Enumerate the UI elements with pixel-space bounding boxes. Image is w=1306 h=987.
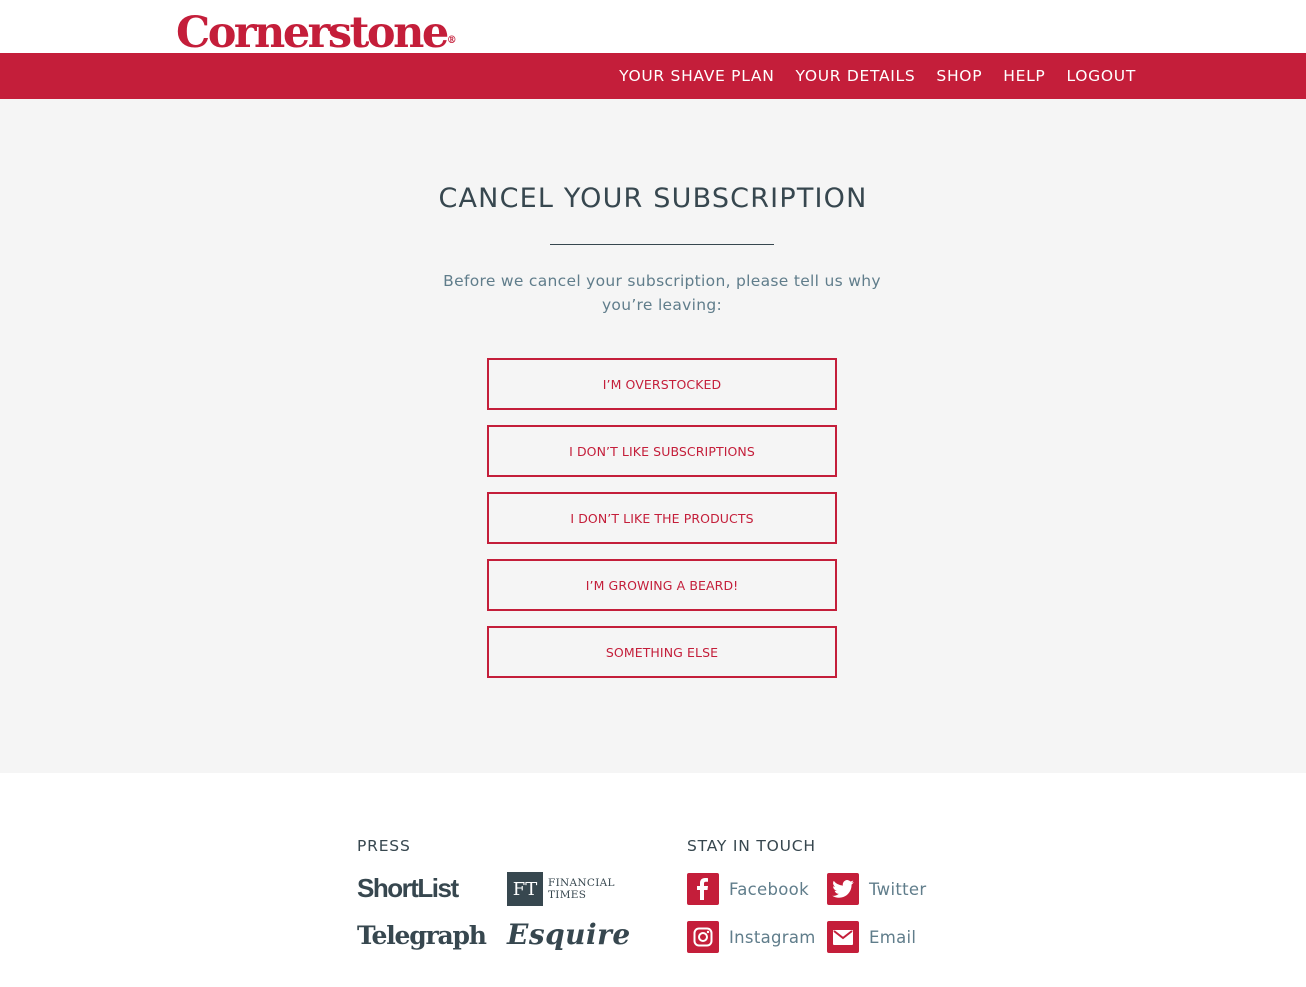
twitter-link[interactable]: Twitter xyxy=(827,873,926,905)
esquire-logo: Esquire xyxy=(507,918,631,951)
twitter-icon xyxy=(827,873,859,905)
ft-mark: FT xyxy=(507,872,543,906)
nav-your-details[interactable]: YOUR DETAILS xyxy=(796,67,916,85)
footer: PRESS ShortList FT FINANCIAL TIMES Teleg… xyxy=(0,773,1306,987)
facebook-link[interactable]: Facebook xyxy=(687,873,809,905)
email-icon xyxy=(827,921,859,953)
top-navbar: YOUR SHAVE PLAN YOUR DETAILS SHOP HELP L… xyxy=(0,53,1306,99)
nav-shop[interactable]: SHOP xyxy=(936,67,982,85)
reason-dislike-products-button[interactable]: I DON’T LIKE THE PRODUCTS xyxy=(487,492,837,544)
email-link[interactable]: Email xyxy=(827,921,916,953)
cancel-section: CANCEL YOUR SUBSCRIPTION Before we cance… xyxy=(0,99,1306,773)
instagram-link[interactable]: Instagram xyxy=(687,921,816,953)
page-title: CANCEL YOUR SUBSCRIPTION xyxy=(438,183,868,214)
stay-in-touch-heading: STAY IN TOUCH xyxy=(687,837,816,855)
instagram-icon xyxy=(687,921,719,953)
ft-line-1: FINANCIAL xyxy=(548,877,615,889)
intro-text: Before we cancel your subscription, plea… xyxy=(443,272,881,314)
cornerstone-logo[interactable]: Cornerstone® xyxy=(176,8,457,54)
email-label: Email xyxy=(869,927,917,947)
instagram-label: Instagram xyxy=(729,927,816,947)
financial-times-logo: FT FINANCIAL TIMES xyxy=(507,872,615,906)
ft-line-2: TIMES xyxy=(548,889,587,901)
title-divider xyxy=(550,244,774,245)
reason-something-else-button[interactable]: SOMETHING ELSE xyxy=(487,626,837,678)
shortlist-logo: ShortList xyxy=(357,873,459,903)
facebook-label: Facebook xyxy=(729,879,809,899)
twitter-label: Twitter xyxy=(869,879,927,899)
main-nav: YOUR SHAVE PLAN YOUR DETAILS SHOP HELP L… xyxy=(619,53,1136,99)
registered-mark: ® xyxy=(446,35,457,46)
press-heading: PRESS xyxy=(357,837,411,855)
nav-help[interactable]: HELP xyxy=(1003,67,1045,85)
reason-dislike-subscriptions-button[interactable]: I DON’T LIKE SUBSCRIPTIONS xyxy=(487,425,837,477)
nav-your-shave-plan[interactable]: YOUR SHAVE PLAN xyxy=(619,67,774,85)
reason-overstocked-button[interactable]: I’M OVERSTOCKED xyxy=(487,358,837,410)
logo-text: Cornerstone xyxy=(176,8,449,54)
ft-wordmark: FINANCIAL TIMES xyxy=(548,877,615,901)
nav-logout[interactable]: LOGOUT xyxy=(1066,67,1136,85)
facebook-icon xyxy=(687,873,719,905)
reason-growing-beard-button[interactable]: I’M GROWING A BEARD! xyxy=(487,559,837,611)
reason-list: I’M OVERSTOCKED I DON’T LIKE SUBSCRIPTIO… xyxy=(487,358,837,693)
telegraph-logo: Telegraph xyxy=(357,921,487,950)
